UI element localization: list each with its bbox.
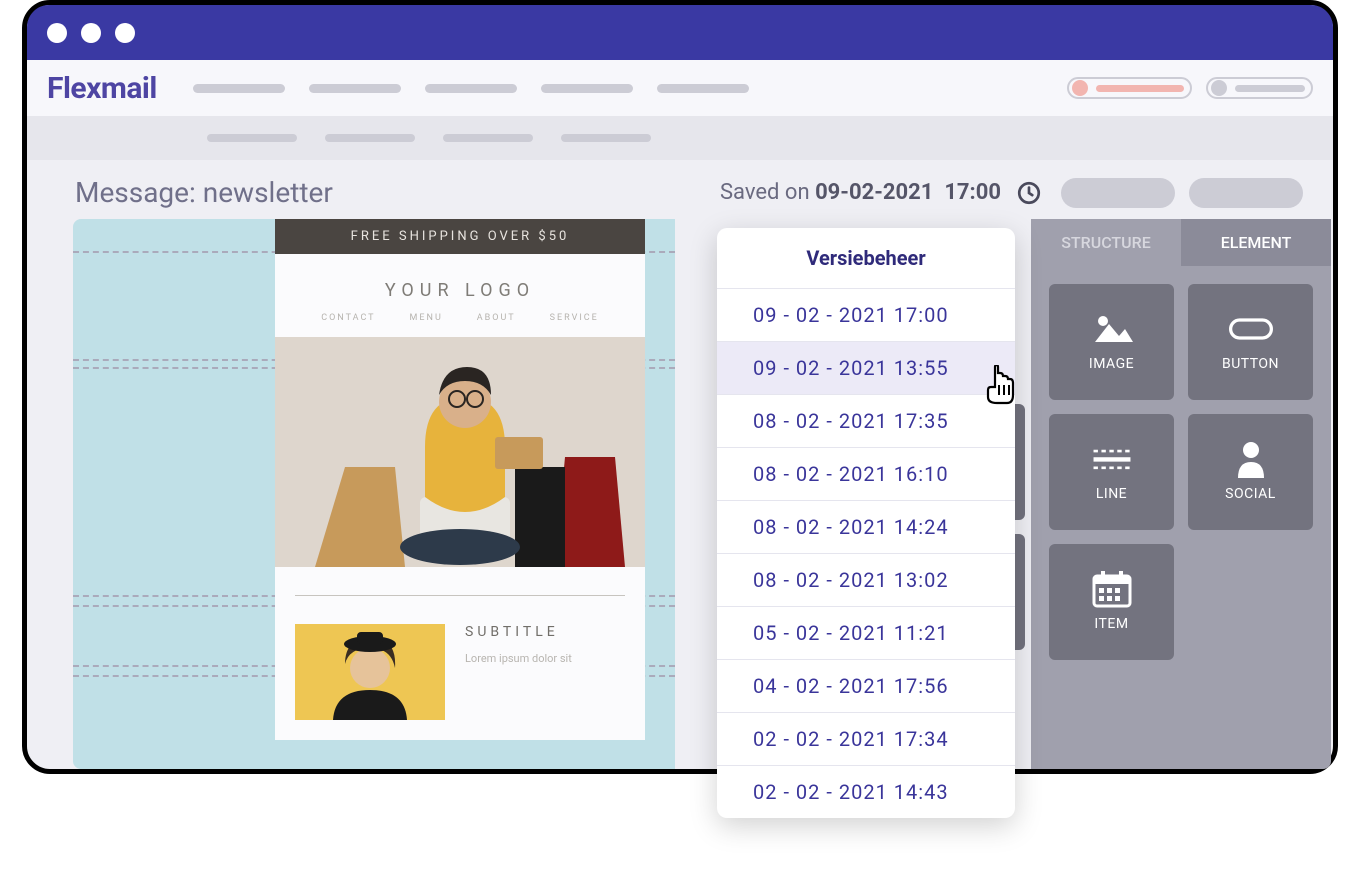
element-label: IMAGE xyxy=(1089,356,1134,372)
element-label: BUTTON xyxy=(1222,356,1279,372)
email-logo-text: YOUR LOGO xyxy=(275,254,645,313)
saved-label: Saved on xyxy=(720,180,815,205)
email-nav-item: ABOUT xyxy=(477,313,516,323)
line-icon xyxy=(1090,442,1134,476)
email-nav-item: CONTACT xyxy=(321,313,375,323)
image-icon xyxy=(1090,312,1134,346)
email-subtitle: SUBTITLE xyxy=(465,624,625,640)
saved-timestamp: Saved on 09-02-2021 17:00 xyxy=(720,180,1001,205)
email-thumbnail xyxy=(295,624,445,720)
app-logo: Flexmail xyxy=(47,71,157,106)
version-item[interactable]: 02 - 02 - 2021 17:34 xyxy=(717,712,1015,765)
subnav-item-placeholder[interactable] xyxy=(561,134,651,142)
sub-navigation xyxy=(27,116,1333,160)
action-button-placeholder[interactable] xyxy=(1061,178,1175,208)
user-pill[interactable] xyxy=(1206,77,1313,99)
window-control-dot[interactable] xyxy=(47,23,67,43)
element-button[interactable]: BUTTON xyxy=(1188,284,1313,400)
status-pill[interactable] xyxy=(1067,77,1192,99)
social-icon xyxy=(1229,442,1273,476)
element-label: LINE xyxy=(1096,486,1127,502)
version-item[interactable]: 05 - 02 - 2021 11:21 xyxy=(717,606,1015,659)
email-nav-item: SERVICE xyxy=(550,313,599,323)
nav-item-placeholder[interactable] xyxy=(309,84,401,93)
nav-item-placeholder[interactable] xyxy=(425,84,517,93)
page-title-prefix: Message: xyxy=(75,176,203,209)
status-dot-icon xyxy=(1072,80,1088,96)
tab-element[interactable]: ELEMENT xyxy=(1181,219,1331,266)
clock-icon xyxy=(1016,180,1042,206)
subnav-item-placeholder[interactable] xyxy=(325,134,415,142)
person-illustration-icon xyxy=(295,624,445,720)
email-hero-image xyxy=(275,337,645,567)
element-image[interactable]: IMAGE xyxy=(1049,284,1174,400)
element-item[interactable]: ITEM xyxy=(1049,544,1174,660)
email-nav-item: MENU xyxy=(410,313,443,323)
version-item[interactable]: 02 - 02 - 2021 14:43 xyxy=(717,765,1015,818)
page-title: Message: newsletter xyxy=(75,176,333,209)
window-titlebar xyxy=(27,5,1333,60)
button-icon xyxy=(1229,312,1273,346)
nav-item-placeholder[interactable] xyxy=(541,84,633,93)
nav-item-placeholder[interactable] xyxy=(657,84,749,93)
window-control-dot[interactable] xyxy=(81,23,101,43)
tab-structure[interactable]: STRUCTURE xyxy=(1031,219,1181,266)
version-history-button[interactable] xyxy=(1015,179,1043,207)
version-item[interactable]: 08 - 02 - 2021 17:35 xyxy=(717,394,1015,447)
status-text-placeholder xyxy=(1096,85,1184,92)
sidebar-tabs: STRUCTURE ELEMENT xyxy=(1031,219,1331,266)
person-illustration-icon xyxy=(275,337,645,567)
version-item[interactable]: 08 - 02 - 2021 16:10 xyxy=(717,447,1015,500)
element-label: SOCIAL xyxy=(1225,486,1276,502)
saved-date: 09-02-2021 xyxy=(815,180,933,205)
action-button-placeholder[interactable] xyxy=(1189,178,1303,208)
element-social[interactable]: SOCIAL xyxy=(1188,414,1313,530)
saved-time: 17:00 xyxy=(944,180,1001,205)
window-control-dot[interactable] xyxy=(115,23,135,43)
version-history-dropdown: Versiebeheer 09 - 02 - 2021 17:00 09 - 0… xyxy=(717,228,1015,818)
version-item[interactable]: 08 - 02 - 2021 13:02 xyxy=(717,553,1015,606)
avatar-icon xyxy=(1211,80,1227,96)
email-subrow: SUBTITLE Lorem ipsum dolor sit xyxy=(275,624,645,740)
editor-body: FREE SHIPPING OVER $50 YOUR LOGO CONTACT… xyxy=(27,219,1333,769)
subnav-item-placeholder[interactable] xyxy=(443,134,533,142)
nav-item-placeholder[interactable] xyxy=(193,84,285,93)
version-item[interactable]: 04 - 02 - 2021 17:56 xyxy=(717,659,1015,712)
app-window: Flexmail Message: newsletter Saved on 09… xyxy=(22,0,1338,774)
version-item[interactable]: 08 - 02 - 2021 14:24 xyxy=(717,500,1015,553)
email-divider xyxy=(295,595,625,596)
email-banner: FREE SHIPPING OVER $50 xyxy=(275,219,645,254)
page-header: Message: newsletter Saved on 09-02-2021 … xyxy=(27,160,1333,219)
elements-grid: IMAGE BUTTON LINE xyxy=(1031,266,1331,678)
email-preview: FREE SHIPPING OVER $50 YOUR LOGO CONTACT… xyxy=(275,219,645,740)
calendar-icon xyxy=(1090,572,1134,606)
email-subtext: SUBTITLE Lorem ipsum dolor sit xyxy=(465,624,625,720)
element-line[interactable]: LINE xyxy=(1049,414,1174,530)
email-nav: CONTACT MENU ABOUT SERVICE xyxy=(275,313,645,337)
page-title-name: newsletter xyxy=(203,176,333,209)
dropdown-title: Versiebeheer xyxy=(717,228,1015,288)
pointer-cursor-icon xyxy=(985,365,1019,409)
email-canvas[interactable]: FREE SHIPPING OVER $50 YOUR LOGO CONTACT… xyxy=(73,219,675,769)
version-item[interactable]: 09 - 02 - 2021 13:55 xyxy=(717,341,1015,394)
top-toolbar: Flexmail xyxy=(27,60,1333,116)
subnav-item-placeholder[interactable] xyxy=(207,134,297,142)
email-lorem: Lorem ipsum dolor sit xyxy=(465,652,625,665)
user-name-placeholder xyxy=(1235,85,1305,92)
version-item[interactable]: 09 - 02 - 2021 17:00 xyxy=(717,288,1015,341)
elements-sidebar: STRUCTURE ELEMENT IMAGE BUTTON xyxy=(1031,219,1331,769)
element-label: ITEM xyxy=(1094,616,1128,632)
